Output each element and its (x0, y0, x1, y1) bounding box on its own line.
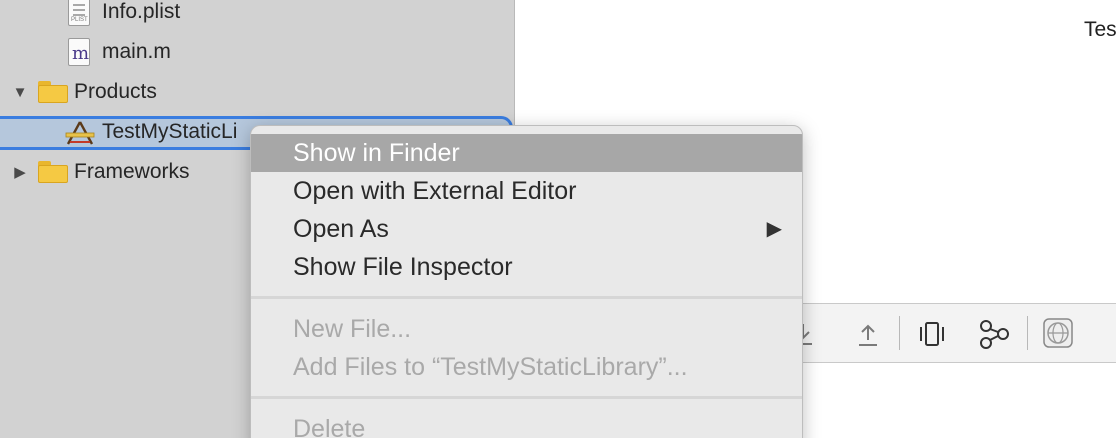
debug-target-label[interactable]: Tes (1084, 18, 1116, 42)
step-out-icon[interactable] (855, 318, 881, 350)
navigator-item-label: Products (74, 80, 157, 103)
folder-icon (38, 81, 68, 103)
plist-file-icon: PLIST (68, 0, 90, 26)
navigator-item-main-m[interactable]: m main.m (0, 32, 515, 72)
menu-item-new-file: New File... (293, 315, 412, 343)
view-hierarchy-icon[interactable] (976, 318, 1012, 350)
folder-icon (38, 161, 68, 183)
navigator-item-label: Info.plist (102, 0, 181, 23)
menu-item-show-in-finder[interactable]: Show in Finder (251, 134, 802, 172)
menu-separator (251, 396, 802, 399)
navigator-item-label: TestMyStaticLi (102, 120, 238, 143)
disclosure-expanded-icon[interactable]: ▼ (10, 82, 30, 102)
menu-item-label: Open As (293, 215, 389, 243)
menu-item-open-with-external-editor[interactable]: Open with External Editor (251, 172, 802, 210)
navigator-group-products[interactable]: ▼ Products (0, 72, 515, 112)
toolbar-divider (1027, 316, 1028, 350)
objc-file-icon: m (68, 38, 90, 66)
memory-graph-icon[interactable] (916, 318, 948, 350)
disclosure-collapsed-icon[interactable]: ▶ (10, 162, 30, 182)
submenu-arrow-icon: ▶ (766, 218, 782, 240)
menu-item-show-file-inspector[interactable]: Show File Inspector (251, 248, 802, 286)
navigator-item-info-plist[interactable]: PLIST Info.plist (0, 0, 515, 32)
menu-separator (251, 296, 802, 299)
menu-item-delete: Delete (293, 415, 366, 438)
menu-item-open-as[interactable]: Open As ▶ (251, 210, 802, 248)
context-menu: Show in Finder Open with External Editor… (250, 125, 803, 438)
toolbar-divider (899, 316, 900, 350)
menu-item-add-files: Add Files to “TestMyStaticLibrary”... (293, 353, 688, 381)
navigator-item-label: main.m (102, 40, 171, 63)
navigator-item-label: Frameworks (74, 160, 190, 183)
static-library-icon (64, 120, 96, 146)
environment-overrides-icon[interactable] (1041, 317, 1075, 349)
